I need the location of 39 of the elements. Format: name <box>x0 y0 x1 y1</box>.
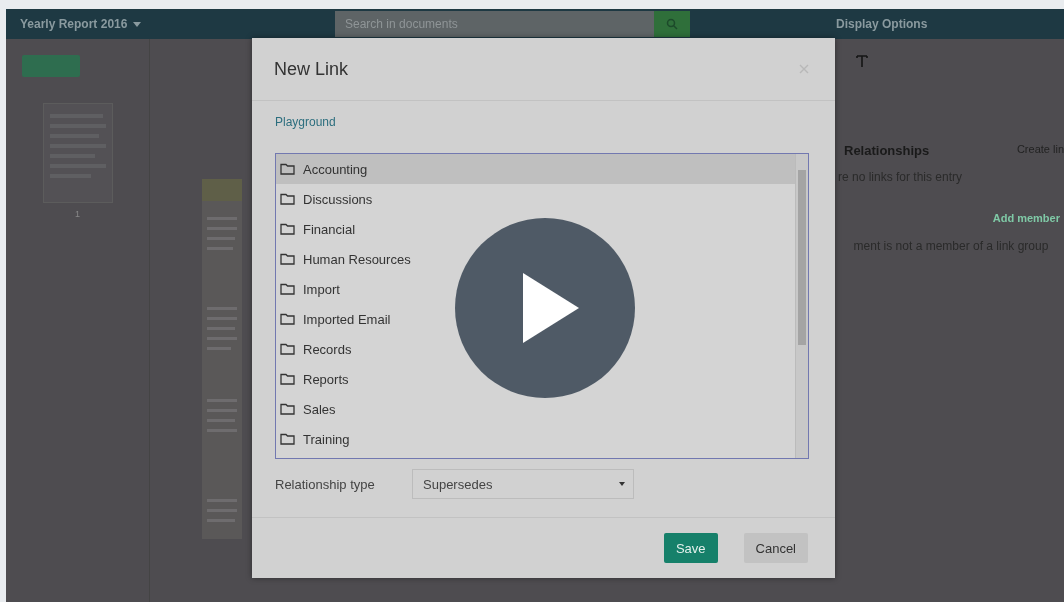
caret-icon <box>133 21 142 27</box>
caret-icon <box>619 482 625 486</box>
folder-item[interactable]: Records <box>276 334 795 364</box>
folder-icon <box>280 433 295 445</box>
search-icon <box>666 18 678 30</box>
dialog-button[interactable]: Cancel <box>743 533 808 563</box>
folder-item[interactable]: Financial <box>276 214 795 244</box>
search-button[interactable] <box>654 11 690 37</box>
menu-item[interactable]: Display Options <box>836 17 928 31</box>
folder-item[interactable]: Human Resources <box>276 244 795 274</box>
text-icon[interactable] <box>856 55 868 67</box>
folder-icon <box>280 343 295 355</box>
dialog-button[interactable]: Save <box>663 533 718 563</box>
toolbar-button[interactable] <box>22 55 80 77</box>
folder-icon <box>280 253 295 265</box>
folder-icon <box>280 193 295 205</box>
folder-item[interactable]: Import <box>276 274 795 304</box>
folder-item[interactable]: Training <box>276 424 795 454</box>
folder-item[interactable]: Sales <box>276 394 795 424</box>
dialog-title: New Link <box>274 58 349 80</box>
folder-icon <box>280 373 295 385</box>
page-number: 1 <box>75 209 81 219</box>
folder-item[interactable]: Reports <box>276 364 795 394</box>
document-title[interactable]: Yearly Report 2016 <box>20 17 335 31</box>
folder-icon <box>280 313 295 325</box>
folder-icon <box>280 283 295 295</box>
relationship-select[interactable]: Supersedes <box>412 469 634 499</box>
scrollbar[interactable] <box>795 154 808 458</box>
folder-icon <box>280 163 295 175</box>
folder-item[interactable]: Discussions <box>276 184 795 214</box>
play-icon <box>523 273 579 343</box>
folder-icon <box>280 223 295 235</box>
folder-item[interactable]: Accounting <box>276 154 795 184</box>
field-label: Relationship type <box>275 476 376 492</box>
folder-icon <box>280 403 295 415</box>
add-member-link[interactable]: Add member <box>992 212 1060 224</box>
folder-item[interactable]: Imported Email <box>276 304 795 334</box>
breadcrumb-link[interactable]: Playground <box>275 115 809 129</box>
close-icon[interactable] <box>799 64 809 74</box>
